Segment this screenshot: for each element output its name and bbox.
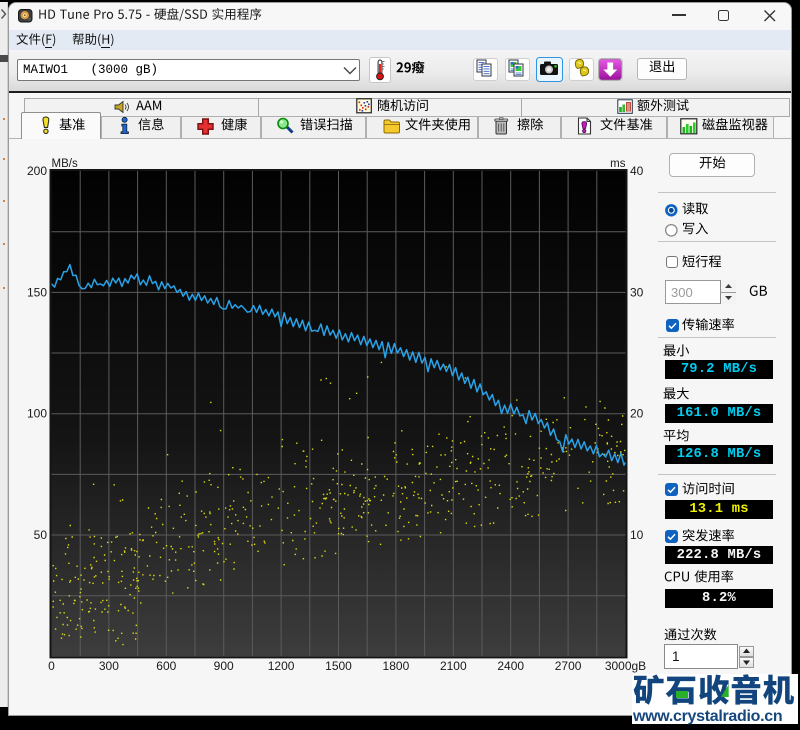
svg-text:MB/s: MB/s xyxy=(52,158,78,170)
svg-text:300: 300 xyxy=(99,659,119,673)
svg-text:3000gB: 3000gB xyxy=(605,659,646,673)
svg-text:600: 600 xyxy=(156,659,176,673)
svg-text:2700: 2700 xyxy=(555,659,582,673)
svg-text:ms: ms xyxy=(610,158,626,170)
svg-text:10: 10 xyxy=(630,528,644,542)
svg-text:900: 900 xyxy=(214,659,234,673)
svg-text:100: 100 xyxy=(27,407,47,421)
svg-text:0: 0 xyxy=(48,659,55,673)
svg-text:1500: 1500 xyxy=(325,659,352,673)
svg-text:1800: 1800 xyxy=(383,659,410,673)
svg-text:50: 50 xyxy=(34,528,48,542)
svg-text:2400: 2400 xyxy=(497,659,524,673)
svg-text:1200: 1200 xyxy=(268,659,295,673)
svg-text:30: 30 xyxy=(630,285,644,299)
svg-text:200: 200 xyxy=(27,164,47,178)
svg-text:40: 40 xyxy=(630,164,644,178)
svg-text:150: 150 xyxy=(27,285,47,299)
svg-text:2100: 2100 xyxy=(440,659,467,673)
svg-text:20: 20 xyxy=(630,407,644,421)
